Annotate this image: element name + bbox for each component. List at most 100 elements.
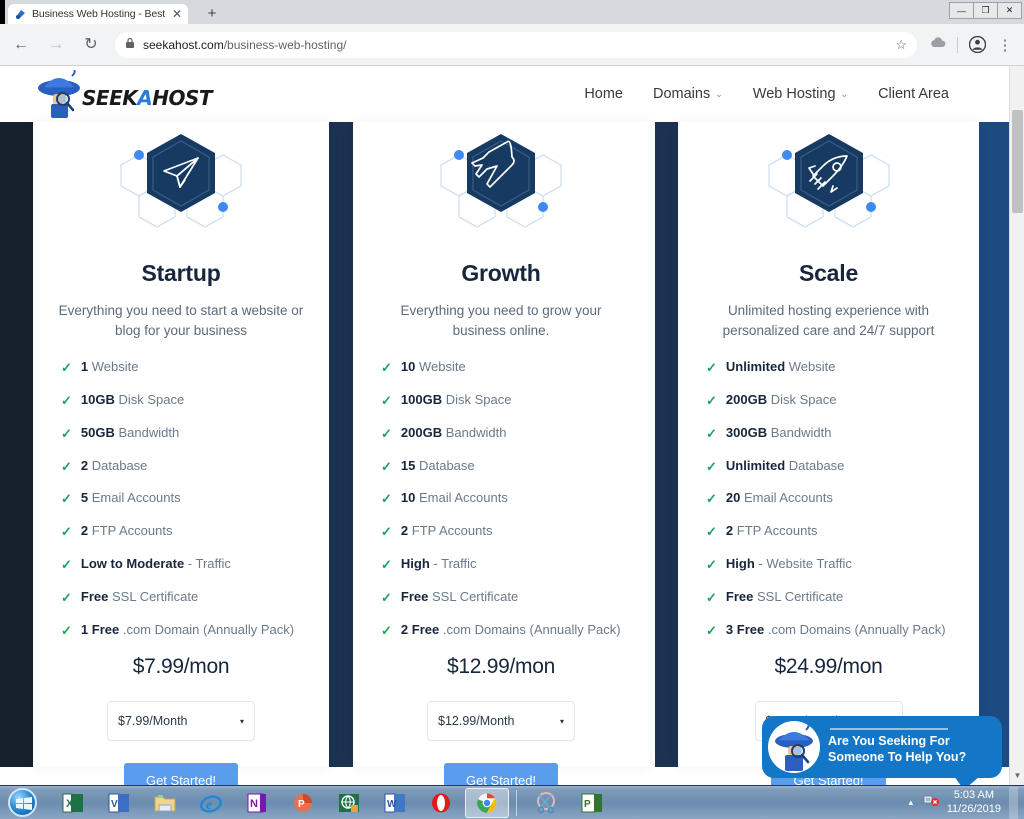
feature-text: 200GB Bandwidth — [400, 424, 507, 440]
browser-toolbar: ← → ↻ seekahost.com/business-web-hosting… — [0, 24, 1024, 66]
feature-item: ✓ 200GB Disk Space — [706, 391, 979, 408]
feature-item: ✓ High - Traffic — [381, 556, 649, 572]
check-icon: ✓ — [61, 622, 72, 638]
titlebar-edge — [0, 0, 5, 24]
taskbar-app-excel[interactable]: X — [51, 788, 95, 818]
taskbar-app-file-explorer[interactable] — [143, 788, 187, 818]
chevron-down-icon: ▾ — [239, 716, 244, 726]
feature-value: 15 — [400, 457, 416, 473]
scrollbar-thumb[interactable] — [1012, 110, 1023, 213]
tab-close-icon[interactable]: ✕ — [172, 8, 182, 20]
check-icon: ✓ — [381, 556, 392, 572]
taskbar-app-project[interactable]: P — [570, 788, 614, 818]
taskbar-app-chrome[interactable] — [465, 787, 509, 818]
feature-text: 10 Email Accounts — [400, 490, 508, 506]
decorative-navy-band — [979, 122, 1009, 767]
network-error-icon[interactable] — [923, 793, 939, 812]
taskbar-app-onenote[interactable]: N — [235, 788, 279, 818]
nav-item-home[interactable]: Home — [584, 86, 623, 102]
logo-host: HOST — [152, 86, 213, 110]
plan-icon-area — [33, 130, 329, 250]
billing-period-select[interactable]: $7.99/Month ▾ — [107, 701, 255, 742]
airplane-icon — [440, 134, 562, 228]
feature-value: 50GB — [80, 424, 115, 440]
scroll-down-arrow-icon[interactable]: ▼ — [1010, 769, 1024, 783]
nav-item-client-area[interactable]: Client Area — [878, 86, 949, 102]
feature-item: ✓ 50GB Bandwidth — [61, 424, 329, 441]
favicon-seekahost-icon — [14, 8, 27, 21]
feature-text: Unlimited Database — [725, 457, 845, 473]
taskbar-app-visio[interactable]: V — [97, 788, 141, 818]
browser-window: Business Web Hosting - Best Bus ✕ + — ❐ … — [0, 0, 1024, 819]
get-started-button[interactable]: Get Started! — [123, 763, 239, 785]
chat-invitation-bubble[interactable]: Are You Seeking For Someone To Help You? — [762, 716, 1002, 785]
extension-icon[interactable] — [925, 32, 951, 58]
back-icon[interactable]: ← — [7, 31, 35, 59]
feature-text: 10 Website — [400, 359, 466, 375]
plan-icon-area — [678, 130, 979, 250]
feature-list: ✓ Unlimited Website ✓ 200GB Disk Space ✓ 300G… — [706, 359, 979, 638]
feature-text: Unlimited Website — [725, 359, 836, 375]
check-icon: ✓ — [706, 458, 717, 474]
check-icon: ✓ — [706, 491, 717, 507]
show-desktop-button[interactable] — [1009, 786, 1018, 819]
taskbar-app-internet-explorer[interactable]: e — [189, 788, 233, 818]
svg-text:V: V — [111, 799, 118, 810]
maximize-button[interactable]: ❐ — [973, 2, 998, 19]
feature-text: 2 FTP Accounts — [725, 523, 818, 539]
billing-period-select[interactable]: $12.99/Month ▾ — [427, 701, 575, 742]
minimize-button[interactable]: — — [949, 2, 974, 19]
svg-text:X: X — [66, 798, 74, 810]
address-bar[interactable]: seekahost.com/business-web-hosting/ ☆ — [115, 31, 917, 58]
new-tab-button[interactable]: + — [202, 5, 222, 23]
chevron-down-icon: ⌄ — [715, 88, 723, 99]
check-icon: ✓ — [61, 392, 72, 408]
feature-value: 1 — [80, 359, 89, 375]
reload-icon[interactable]: ↻ — [77, 31, 105, 59]
feature-value: 5 — [80, 490, 89, 506]
seekahost-logo[interactable]: SEEKAHOST — [30, 69, 213, 120]
check-icon: ✓ — [61, 491, 72, 507]
feature-item: ✓ 3 Free .com Domains (Annually Pack) — [706, 622, 979, 638]
browser-titlebar: Business Web Hosting - Best Bus ✕ + — ❐ … — [0, 0, 1024, 24]
feature-item: ✓ 2 FTP Accounts — [706, 523, 979, 539]
bookmark-star-icon[interactable]: ☆ — [895, 37, 907, 53]
feature-text: 200GB Disk Space — [725, 391, 837, 407]
rocket-icon — [767, 134, 890, 228]
feature-value: Free — [80, 588, 109, 604]
pricing-card-startup[interactable]: Startup Everything you need to start a w… — [33, 122, 329, 785]
nav-item-web-hosting[interactable]: Web Hosting ⌄ — [753, 86, 848, 102]
plan-description: Unlimited hosting experience with person… — [722, 303, 935, 338]
chat-message-line2: Someone To Help You? — [828, 750, 967, 764]
check-icon: ✓ — [706, 622, 717, 638]
taskbar-app-word[interactable]: W — [373, 788, 417, 818]
taskbar-app-powerpoint[interactable]: P — [281, 788, 325, 818]
taskbar-app-opera[interactable] — [419, 788, 463, 818]
show-hidden-icons-icon[interactable]: ▲ — [907, 798, 915, 807]
get-started-button[interactable]: Get Started! — [443, 763, 559, 785]
nav-label: Client Area — [878, 86, 949, 102]
taskbar-app-snipping-tool[interactable] — [524, 788, 568, 818]
chat-invitation-text: Are You Seeking For Someone To Help You? — [828, 728, 966, 765]
chrome-menu-icon[interactable]: ⋮ — [992, 32, 1018, 58]
feature-text: 20 Email Accounts — [725, 490, 833, 506]
page-scrollbar[interactable]: ▼ — [1009, 66, 1024, 785]
browser-tab[interactable]: Business Web Hosting - Best Bus ✕ — [8, 4, 188, 24]
close-button[interactable]: ✕ — [997, 2, 1022, 19]
nav-label: Home — [584, 86, 623, 102]
pricing-card-scale[interactable]: Scale Unlimited hosting experience with … — [678, 122, 979, 785]
system-tray: ▲ 5:03 AM 11/26/2019 — [907, 786, 1024, 819]
chevron-down-icon: ⌄ — [840, 88, 849, 99]
nav-item-domains[interactable]: Domains ⌄ — [653, 86, 723, 102]
taskbar-clock[interactable]: 5:03 AM 11/26/2019 — [947, 789, 1001, 817]
lock-icon — [125, 36, 135, 54]
feature-value: Low to Moderate — [80, 555, 185, 571]
start-button[interactable] — [1, 787, 43, 819]
profile-avatar-icon[interactable] — [964, 32, 990, 58]
check-icon: ✓ — [381, 589, 392, 605]
check-icon: ✓ — [61, 524, 72, 540]
pricing-card-growth[interactable]: Growth Everything you need to grow your … — [353, 122, 649, 785]
feature-item: ✓ Free SSL Certificate — [706, 589, 979, 605]
feature-item: ✓ 10GB Disk Space — [61, 392, 329, 408]
taskbar-app-green-globe[interactable] — [327, 788, 371, 818]
